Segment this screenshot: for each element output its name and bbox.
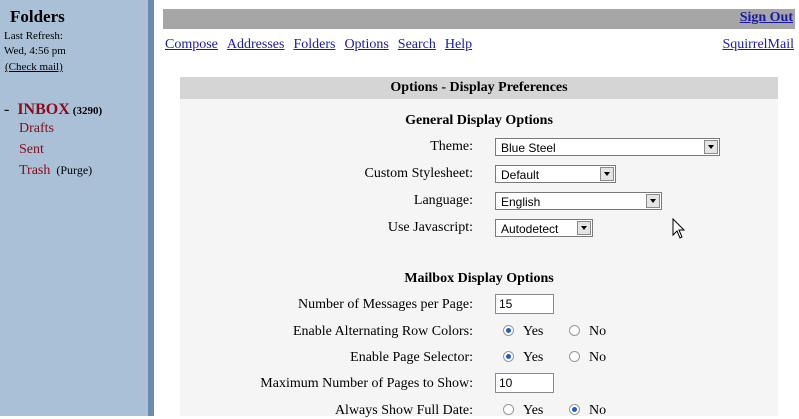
nav-options[interactable]: Options xyxy=(344,37,388,52)
folder-sent[interactable]: Sent xyxy=(19,142,44,158)
language-value: English xyxy=(501,195,541,209)
stylesheet-value: Default xyxy=(501,168,540,182)
alt-row-colors-yes-label: Yes xyxy=(523,324,544,339)
inbox-count: (3290) xyxy=(72,105,103,117)
chevron-down-icon[interactable] xyxy=(577,221,591,235)
last-refresh: Last Refresh: Wed, 4:56 pm xyxy=(4,29,66,59)
chevron-down-icon[interactable] xyxy=(646,194,660,208)
javascript-label: Use Javascript: xyxy=(387,220,473,235)
page-selector-yes[interactable]: Yes xyxy=(503,350,543,366)
inbox-label[interactable]: INBOX xyxy=(17,101,69,118)
max-pages-label: Maximum Number of Pages to Show: xyxy=(260,376,473,391)
mouse-cursor-icon xyxy=(672,218,686,239)
options-panel: Options - Display Preferences General Di… xyxy=(180,77,778,419)
alt-row-colors-label: Enable Alternating Row Colors: xyxy=(292,324,473,339)
inbox-collapse-dash[interactable]: - xyxy=(4,101,9,118)
last-refresh-label: Last Refresh: xyxy=(4,30,63,42)
nav-compose[interactable]: Compose xyxy=(165,37,218,52)
nav-help[interactable]: Help xyxy=(445,37,472,52)
page-selector-label: Enable Page Selector: xyxy=(350,350,473,365)
chevron-down-icon[interactable] xyxy=(600,167,614,181)
max-pages-input[interactable]: 10 xyxy=(495,373,554,393)
chevron-down-icon[interactable] xyxy=(704,140,718,154)
nav-addresses[interactable]: Addresses xyxy=(227,37,285,52)
main-nav: Compose Addresses Folders Options Search Help xyxy=(165,37,481,53)
folder-pane: Folders Last Refresh: Wed, 4:56 pm (Chec… xyxy=(0,0,148,416)
nav-folders[interactable]: Folders xyxy=(293,37,335,52)
check-mail-link[interactable]: (Check mail) xyxy=(5,61,63,73)
alt-row-colors-yes[interactable]: Yes xyxy=(503,324,543,340)
page-selector-no[interactable]: No xyxy=(569,350,606,366)
language-select[interactable]: English xyxy=(495,192,662,210)
page-selector-yes-label: Yes xyxy=(523,350,544,365)
last-refresh-time: Wed, 4:56 pm xyxy=(4,45,66,57)
top-bar: Sign Out xyxy=(163,9,795,29)
pane-divider[interactable] xyxy=(148,0,154,416)
full-date-label: Always Show Full Date: xyxy=(334,403,473,418)
radio-selected-icon[interactable] xyxy=(503,351,514,362)
radio-unselected-icon[interactable] xyxy=(503,404,514,415)
theme-select[interactable]: Blue Steel xyxy=(495,138,720,156)
full-date-yes[interactable]: Yes xyxy=(503,403,543,419)
javascript-value: Autodetect xyxy=(501,222,559,236)
general-display-heading: General Display Options xyxy=(405,113,553,128)
folder-inbox[interactable]: - INBOX (3290) xyxy=(4,101,102,119)
messages-per-page-input[interactable]: 15 xyxy=(495,294,554,314)
mailbox-display-heading: Mailbox Display Options xyxy=(404,271,554,286)
page-selector-no-label: No xyxy=(589,350,607,365)
language-label: Language: xyxy=(413,193,473,208)
stylesheet-label: Custom Stylesheet: xyxy=(364,166,474,181)
javascript-select[interactable]: Autodetect xyxy=(495,219,593,237)
radio-unselected-icon[interactable] xyxy=(569,351,580,362)
squirrelmail-link[interactable]: SquirrelMail xyxy=(722,37,794,53)
messages-per-page-label: Number of Messages per Page: xyxy=(298,297,473,312)
nav-search[interactable]: Search xyxy=(398,37,436,52)
sign-out-link[interactable]: Sign Out xyxy=(740,10,793,26)
radio-unselected-icon[interactable] xyxy=(569,325,580,336)
alt-row-colors-no-label: No xyxy=(589,324,607,339)
theme-label: Theme: xyxy=(430,139,473,154)
folder-trash[interactable]: Trash (Purge) xyxy=(19,163,92,179)
panel-title: Options - Display Preferences xyxy=(180,77,778,99)
theme-value: Blue Steel xyxy=(501,141,556,155)
stylesheet-select[interactable]: Default xyxy=(495,165,616,183)
purge-link[interactable]: (Purge) xyxy=(56,163,92,177)
folders-title: Folders xyxy=(10,7,65,26)
alt-row-colors-no[interactable]: No xyxy=(569,324,606,340)
radio-selected-icon[interactable] xyxy=(569,404,580,415)
radio-selected-icon[interactable] xyxy=(503,325,514,336)
full-date-no[interactable]: No xyxy=(569,403,606,419)
trash-label[interactable]: Trash xyxy=(19,163,50,178)
folder-drafts[interactable]: Drafts xyxy=(19,121,54,137)
